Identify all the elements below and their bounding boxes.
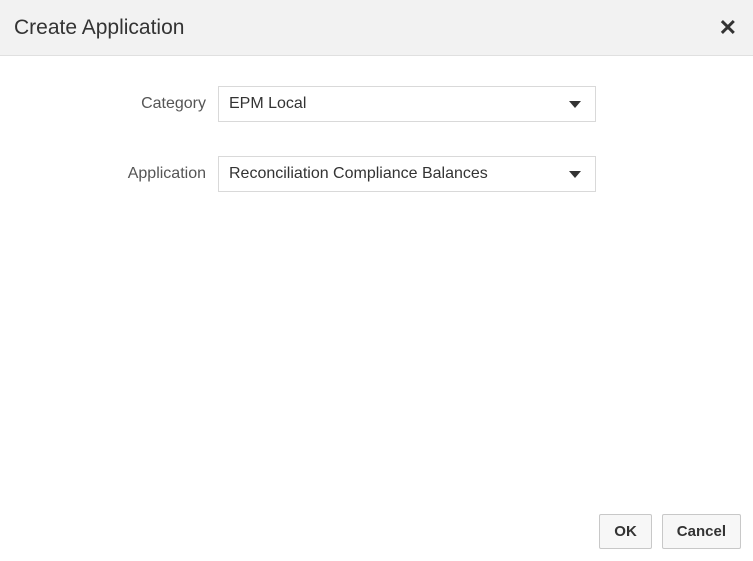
application-label: Application <box>0 165 218 183</box>
dialog-header: Create Application ✕ <box>0 0 753 56</box>
cancel-button[interactable]: Cancel <box>662 514 741 549</box>
dialog-title: Create Application <box>14 16 184 40</box>
application-select[interactable]: Reconciliation Compliance Balances <box>218 156 596 192</box>
close-icon[interactable]: ✕ <box>719 17 737 39</box>
category-label: Category <box>0 95 218 113</box>
dialog-footer: OK Cancel <box>599 514 741 549</box>
category-value: EPM Local <box>229 95 306 113</box>
application-value: Reconciliation Compliance Balances <box>229 165 488 183</box>
chevron-down-icon <box>569 171 581 178</box>
chevron-down-icon <box>569 101 581 108</box>
application-row: Application Reconciliation Compliance Ba… <box>0 156 753 192</box>
ok-button[interactable]: OK <box>599 514 652 549</box>
form-area: Category EPM Local Application Reconcili… <box>0 56 753 192</box>
category-row: Category EPM Local <box>0 86 753 122</box>
category-select[interactable]: EPM Local <box>218 86 596 122</box>
